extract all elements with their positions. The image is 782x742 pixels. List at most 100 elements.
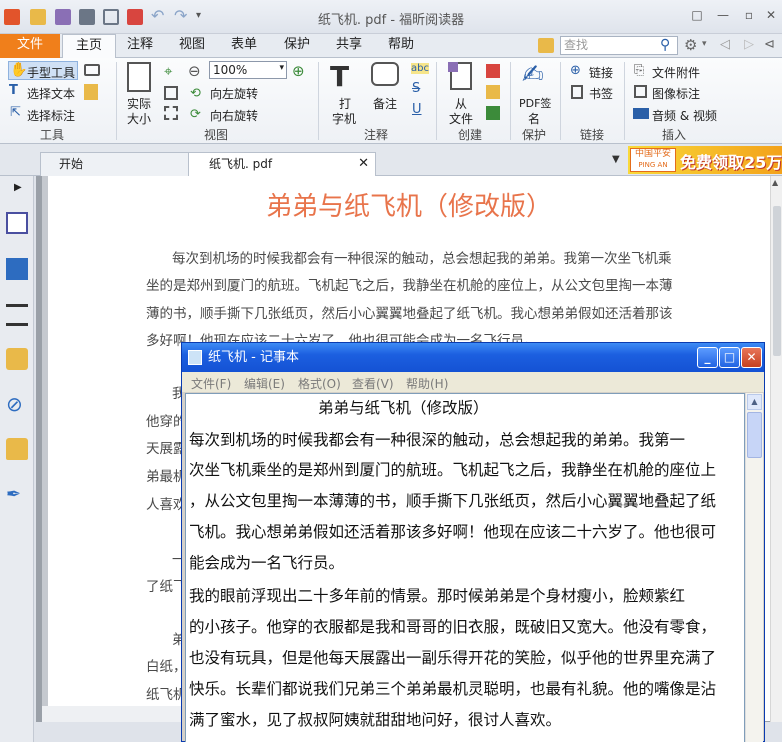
pdf-sign-label-1[interactable]: PDF签	[519, 95, 551, 111]
comments-icon[interactable]	[6, 348, 28, 370]
navigation-panel: ▶ ⊘ ✒	[0, 176, 34, 742]
underline-icon[interactable]: U	[412, 102, 422, 117]
signature-icon[interactable]: ✒	[6, 484, 28, 506]
select-annotation-button[interactable]: 选择标注	[27, 107, 75, 124]
group-label-annotate: 注释	[364, 128, 389, 142]
first-page-icon[interactable]: ⊲	[764, 37, 775, 52]
fit-visible-icon[interactable]	[164, 106, 178, 120]
typewriter-icon[interactable]: T	[330, 60, 349, 93]
camera-icon[interactable]	[84, 64, 100, 76]
group-separator	[116, 62, 117, 140]
group-label-view: 视图	[204, 128, 229, 142]
tab-home[interactable]: 主页	[62, 34, 116, 59]
tab-list-icon[interactable]: ▼	[612, 154, 620, 165]
notepad-icon	[188, 350, 202, 365]
image-annotation-button[interactable]: 图像标注	[652, 85, 700, 102]
group-label-create: 创建	[458, 128, 483, 142]
menu-edit[interactable]: 编辑(E)	[244, 375, 285, 392]
notepad-minimize-button[interactable]: _	[697, 347, 718, 368]
search-icon[interactable]: ⚲	[660, 37, 670, 53]
tab-view[interactable]: 视图	[172, 34, 212, 58]
pdf-sign-icon[interactable]: ✍	[522, 60, 544, 90]
group-label-protect: 保护	[522, 128, 547, 142]
from-file-label-2[interactable]: 文件	[449, 110, 473, 127]
tab-file[interactable]: 文件	[0, 34, 60, 58]
group-label-links: 链接	[580, 128, 605, 142]
highlight-abc-icon[interactable]: abc	[411, 63, 429, 74]
group-separator	[318, 62, 319, 140]
pages-icon[interactable]	[6, 212, 28, 234]
notepad-close-button[interactable]: ✕	[741, 347, 762, 368]
notepad-window[interactable]: 纸飞机 - 记事本 _ □ ✕ 文件(F) 编辑(E) 格式(O) 查看(V) …	[181, 342, 765, 742]
menu-file[interactable]: 文件(F)	[191, 375, 231, 392]
next-page-icon[interactable]: ▷	[744, 37, 754, 52]
link-button[interactable]: 链接	[589, 64, 613, 81]
menu-format[interactable]: 格式(O)	[298, 375, 341, 392]
menu-help[interactable]: 帮助(H)	[406, 375, 448, 392]
actual-size-icon[interactable]	[127, 62, 151, 92]
file-attachment-button[interactable]: 文件附件	[652, 64, 700, 81]
bookmark-icon	[571, 85, 583, 99]
notepad-maximize-button[interactable]: □	[719, 347, 740, 368]
ad-banner[interactable]: 中国平安 PING AN 免费领取25万	[628, 146, 782, 174]
tab-help[interactable]: 帮助	[381, 34, 421, 58]
prev-page-icon[interactable]: ◁	[720, 37, 730, 52]
notepad-line: 我的眼前浮现出二十多年前的情景。那时候弟弟是个身材瘦小，脸颊紫红	[189, 587, 686, 605]
notepad-line: 次坐飞机乘坐的是郑州到厦门的航班。飞机起飞之后，我静坐在机舱的座位上	[189, 461, 717, 479]
notepad-text-area[interactable]: 弟弟与纸飞机（修改版） 每次到机场的时候我都会有一种很深的触动，总会想起我的弟弟…	[185, 393, 745, 742]
tab-comment[interactable]: 注释	[120, 34, 160, 58]
close-button[interactable]: ✕	[760, 6, 782, 24]
maximize-button[interactable]: ▫	[738, 6, 760, 24]
scroll-up-icon[interactable]: ▲	[747, 394, 762, 410]
pdf-sign-label-2[interactable]: 名	[528, 110, 540, 127]
notepad-line: 飞机。我心想弟弟假如还活着那该多好啊！他现在应该二十六岁了。他也很可	[189, 523, 717, 541]
zoom-out-icon[interactable]: ⊖	[188, 62, 201, 80]
minimize-button[interactable]: —	[712, 6, 734, 24]
zoom-select[interactable]: 100% ▾	[209, 61, 287, 79]
tab-share[interactable]: 共享	[329, 34, 369, 58]
bookmark-button[interactable]: 书签	[589, 85, 613, 102]
layers-copy-icon[interactable]	[6, 258, 28, 280]
notepad-scrollbar[interactable]: ▲	[745, 393, 763, 742]
menu-view[interactable]: 查看(V)	[352, 375, 394, 392]
hand-tool-button[interactable]: 手型工具	[27, 64, 75, 81]
scroll-thumb[interactable]	[747, 412, 762, 458]
tab-document[interactable]: 纸飞机. pdf ✕	[188, 152, 376, 176]
scroll-thumb[interactable]	[773, 206, 781, 356]
rotate-right-button[interactable]: 向右旋转	[210, 107, 258, 124]
vertical-scrollbar[interactable]: ▲	[770, 176, 782, 722]
rotate-left-button[interactable]: 向左旋转	[210, 85, 258, 102]
scroll-up-icon[interactable]: ▲	[772, 178, 778, 187]
create-blank-icon[interactable]	[486, 64, 500, 78]
expand-panel-icon[interactable]: ▶	[14, 182, 22, 193]
note-icon[interactable]	[371, 62, 399, 86]
layers-icon[interactable]	[6, 304, 28, 326]
tab-start[interactable]: 开始	[40, 152, 192, 176]
close-tab-icon[interactable]: ✕	[358, 153, 369, 175]
actual-size-label-2[interactable]: 大小	[127, 110, 151, 127]
lock-icon[interactable]	[6, 438, 28, 460]
group-separator	[510, 62, 511, 140]
notepad-title-bar[interactable]: 纸飞机 - 记事本 _ □ ✕	[182, 343, 764, 372]
chevron-down-icon[interactable]: ▾	[702, 39, 707, 49]
select-text-button[interactable]: 选择文本	[27, 85, 75, 102]
attachment-icon[interactable]: ⊘	[6, 394, 28, 416]
fit-width-icon[interactable]	[164, 86, 178, 100]
audio-video-button[interactable]: 音频 & 视频	[652, 107, 717, 124]
ad-brand-1: 中国平安	[634, 149, 671, 159]
search-folder-icon[interactable]	[538, 38, 554, 53]
tab-protect[interactable]: 保护	[277, 34, 317, 58]
note-label[interactable]: 备注	[373, 95, 397, 112]
horizontal-scrollbar[interactable]	[42, 706, 182, 722]
restore-ribbon-icon[interactable]: □	[686, 6, 708, 24]
fit-page-icon[interactable]: ⌖	[164, 62, 172, 80]
title-bar: ↶ ↷ ▾ 纸飞机. pdf - 福昕阅读器 □ — ▫ ✕	[0, 0, 782, 34]
create-clipboard-icon[interactable]	[486, 85, 500, 99]
strikeout-icon[interactable]: S	[412, 81, 420, 96]
tab-form[interactable]: 表单	[224, 34, 264, 58]
create-scanner-icon[interactable]	[486, 106, 500, 120]
gear-icon[interactable]: ⚙	[684, 36, 697, 54]
zoom-in-icon[interactable]: ⊕	[292, 62, 305, 80]
clipboard-icon[interactable]	[84, 84, 98, 100]
typewriter-label-2[interactable]: 字机	[332, 110, 356, 127]
